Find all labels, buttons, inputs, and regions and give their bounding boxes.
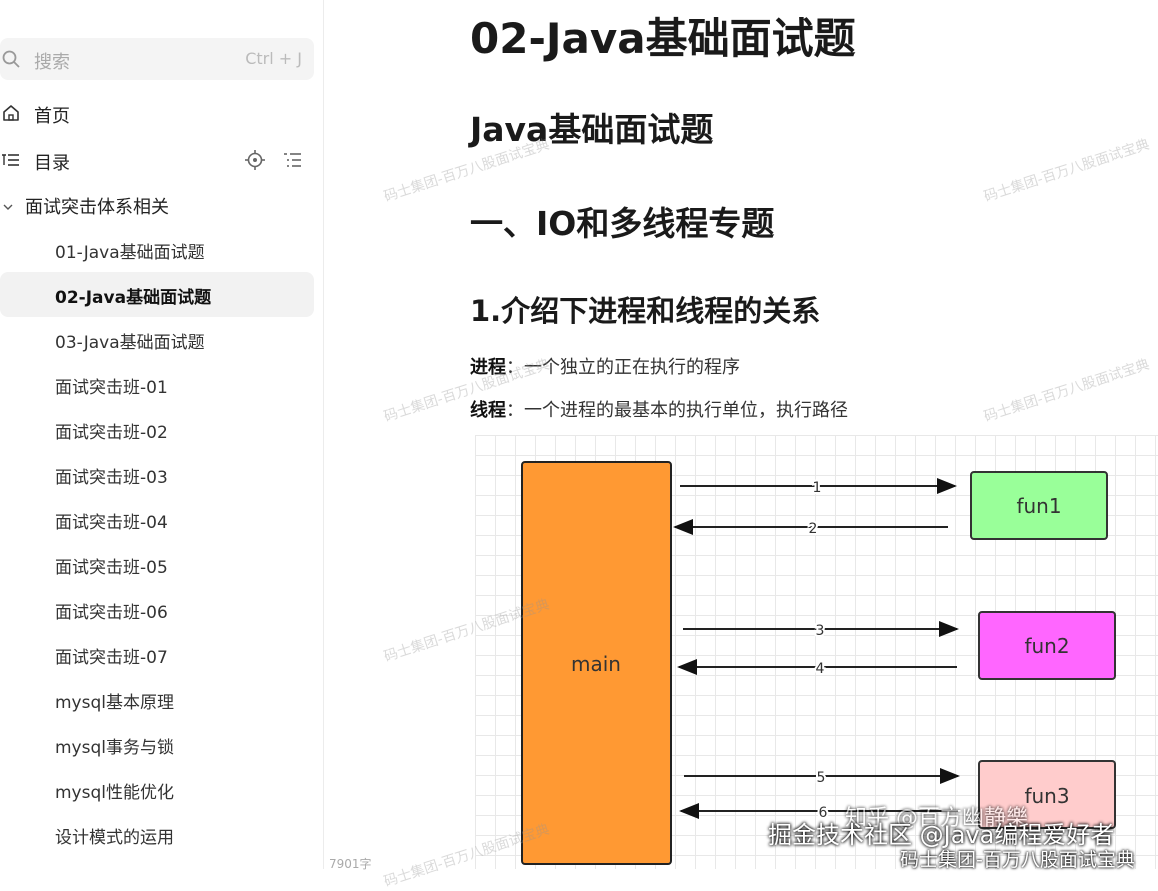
sidebar-doc-item[interactable]: mysql基本原理 [0,677,314,722]
sidebar-doc-item[interactable]: mysql事务与锁 [0,722,314,767]
fun2-label: fun2 [1024,634,1069,658]
search-placeholder: 搜索 [34,52,70,73]
watermark-mashi: 码士集团-百万八股面试宝典 [900,849,1135,871]
sidebar-doc-item[interactable]: 面试突击班-06 [0,587,314,632]
term-thread: 线程 [470,400,506,421]
sidebar-doc-label: 面试突击班-01 [55,378,168,398]
sidebar-doc-item[interactable]: 01-Java基础面试题 [0,227,314,272]
nav-toc-label: 目录 [34,153,70,174]
sidebar-doc-label: 面试突击班-05 [55,558,168,578]
sidebar-doc-item[interactable]: 设计模式的运用 [0,812,314,857]
sidebar-doc-label: 面试突击班-07 [55,648,168,668]
definition-process: 一个独立的正在执行的程序 [524,357,740,378]
nav-home[interactable]: 首页 [0,96,314,130]
sidebar-doc-label: mysql基本原理 [55,693,174,713]
term-sep: ： [506,357,524,378]
arrow-label-4: 4 [816,661,825,677]
arrow-label-1: 1 [813,480,822,496]
paragraph-thread: 线程：一个进程的最基本的执行单位，执行路径 [470,396,848,422]
sidebar-doc-label: mysql性能优化 [55,783,174,803]
heading-1: Java基础面试题 [470,110,714,149]
sidebar-doc-label: 01-Java基础面试题 [55,243,205,263]
doc-list: 01-Java基础面试题 02-Java基础面试题 03-Java基础面试题 面试突击… [0,227,314,857]
sidebar: 搜索 Ctrl + J 首页 目录 面试突击体系相关 01-Java基础面试题 0… [0,0,324,869]
fun3-label: fun3 [1024,784,1069,808]
sidebar-doc-item[interactable]: 面试突击班-05 [0,542,314,587]
sidebar-doc-item[interactable]: 面试突击班-01 [0,362,314,407]
sidebar-doc-item[interactable]: 面试突击班-02 [0,407,314,452]
fun1-label: fun1 [1016,494,1061,518]
heading-3: 1.介绍下进程和线程的关系 [470,294,821,328]
sidebar-doc-label: 02-Java基础面试题 [55,288,212,308]
word-count: 7901字 [329,857,372,871]
home-icon [2,104,20,122]
nav-group-interview[interactable]: 面试突击体系相关 [0,190,314,220]
toc-icon [2,151,20,169]
sidebar-doc-label: 面试突击班-06 [55,603,168,623]
sidebar-doc-item[interactable]: mysql性能优化 [0,767,314,812]
term-process: 进程 [470,357,506,378]
definition-thread: 一个进程的最基本的执行单位，执行路径 [524,400,848,421]
nav-home-label: 首页 [34,106,70,127]
search-shortcut: Ctrl + J [245,49,302,68]
term-sep: ： [506,400,524,421]
arrow-label-3: 3 [816,623,825,639]
sidebar-doc-label: 设计模式的运用 [55,828,174,848]
sidebar-doc-label: mysql事务与锁 [55,738,174,758]
page-title: 02-Java基础面试题 [470,14,856,63]
sidebar-doc-label: 面试突击班-03 [55,468,168,488]
outline-list-icon[interactable] [282,150,302,170]
search-icon [2,50,20,68]
nav-group-label: 面试突击体系相关 [25,197,169,218]
locate-icon[interactable] [244,150,265,170]
sidebar-doc-item[interactable]: 面试突击班-03 [0,452,314,497]
heading-2: 一、IO和多线程专题 [470,204,775,243]
main-label: main [571,652,621,676]
paragraph-process: 进程：一个独立的正在执行的程序 [470,353,740,379]
diagram-svg: main fun1 fun2 fun3 1 2 3 4 5 6 [521,461,1116,865]
sidebar-doc-item[interactable]: 03-Java基础面试题 [0,317,314,362]
nav-toc[interactable]: 目录 [0,143,314,177]
arrow-label-5: 5 [817,770,826,786]
sidebar-doc-item[interactable]: 面试突击班-07 [0,632,314,677]
sidebar-doc-item[interactable]: 02-Java基础面试题 [0,272,314,317]
sidebar-doc-label: 03-Java基础面试题 [55,333,205,353]
sidebar-doc-label: 面试突击班-02 [55,423,168,443]
arrow-label-2: 2 [809,521,818,537]
search-box[interactable]: 搜索 Ctrl + J [0,38,314,80]
toc-tools [233,150,302,170]
chevron-down-icon [2,198,14,210]
sidebar-doc-label: 面试突击班-04 [55,513,168,533]
thread-diagram: main fun1 fun2 fun3 1 2 3 4 5 6 [475,435,1158,869]
sidebar-doc-item[interactable]: 面试突击班-04 [0,497,314,542]
